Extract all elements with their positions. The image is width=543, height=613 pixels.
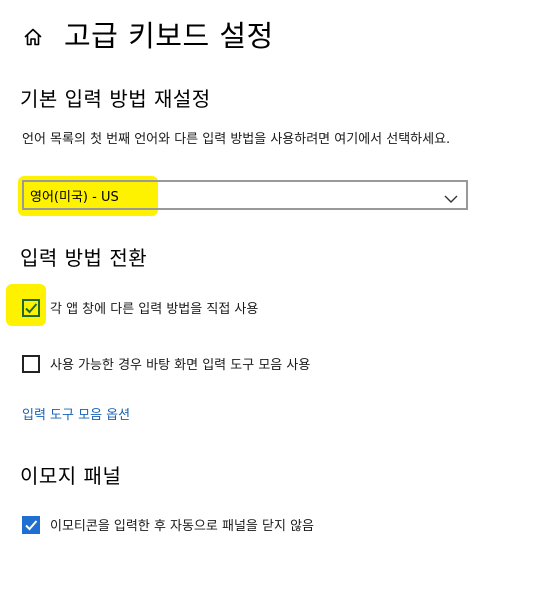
emoji-auto-close-checkbox[interactable] (22, 515, 40, 534)
home-icon[interactable] (22, 26, 44, 48)
desktop-language-bar-label: 사용 가능한 경우 바탕 화면 입력 도구 모음 사용 (50, 358, 311, 373)
desktop-language-bar-checkbox[interactable] (22, 354, 40, 373)
language-bar-options-link[interactable]: 입력 도구 모음 옵션 (22, 404, 130, 423)
emoji-auto-close-label: 이모티콘을 입력한 후 자동으로 패널을 닫지 않음 (50, 519, 314, 534)
dropdown-selected-value: 영어(미국) - US (30, 189, 119, 205)
emoji-auto-close-option[interactable]: 이모티콘을 입력한 후 자동으로 패널을 닫지 않음 (22, 515, 314, 534)
section-heading-switching: 입력 방법 전환 (20, 246, 148, 270)
chevron-down-icon (444, 189, 458, 203)
section-heading-emoji: 이모지 패널 (20, 464, 122, 488)
per-app-input-checkbox[interactable] (22, 298, 40, 317)
page-title: 고급 키보드 설정 (64, 19, 274, 53)
section-heading-default-input: 기본 입력 방법 재설정 (20, 87, 211, 111)
per-app-input-label: 각 앱 창에 다른 입력 방법을 직접 사용 (50, 302, 259, 317)
per-app-input-option[interactable]: 각 앱 창에 다른 입력 방법을 직접 사용 (22, 298, 258, 317)
input-method-dropdown[interactable]: 영어(미국) - US (22, 180, 468, 210)
desktop-language-bar-option[interactable]: 사용 가능한 경우 바탕 화면 입력 도구 모음 사용 (22, 354, 310, 373)
default-input-description: 언어 목록의 첫 번째 언어와 다른 입력 방법을 사용하려면 여기에서 선택하… (22, 132, 451, 147)
